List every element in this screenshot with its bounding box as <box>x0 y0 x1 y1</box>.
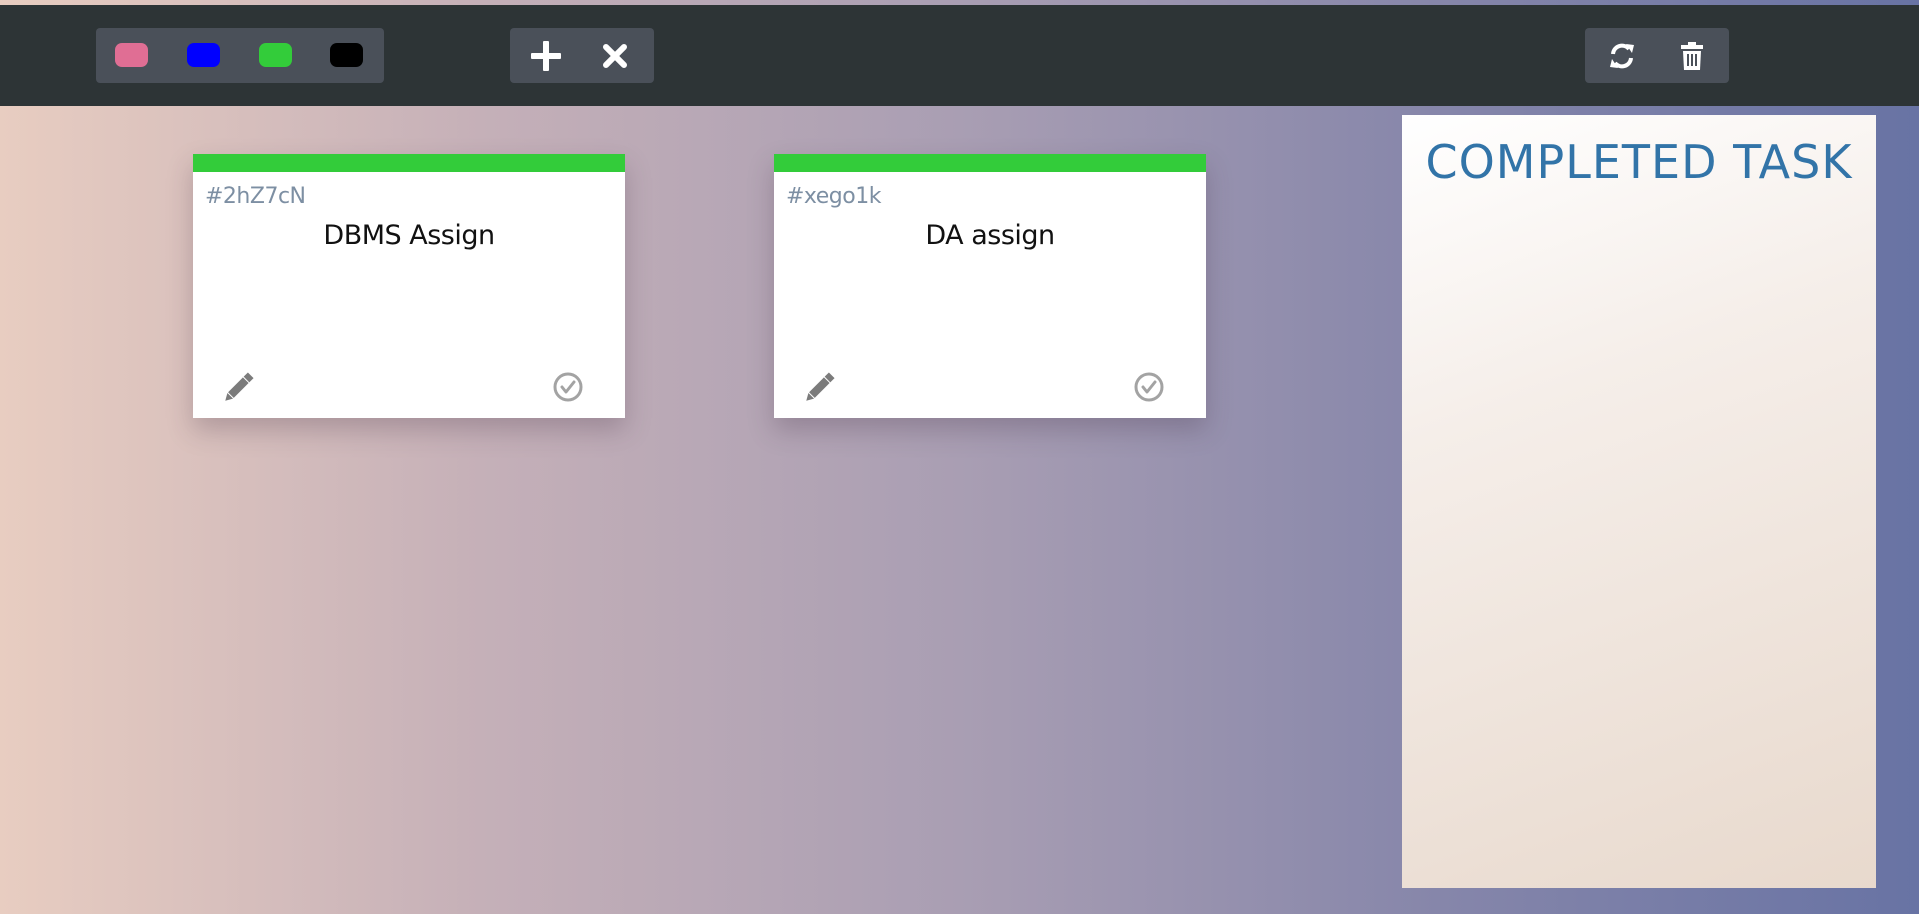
task-action-group <box>510 28 654 83</box>
plus-icon <box>531 40 561 71</box>
task-title[interactable]: DBMS Assign <box>193 220 625 251</box>
pencil-icon <box>806 372 835 401</box>
color-picker-group <box>96 28 384 83</box>
close-icon <box>603 43 627 68</box>
pencil-icon <box>225 372 254 401</box>
complete-task-button[interactable] <box>552 371 584 403</box>
completed-tasks-panel[interactable]: COMPLETED TASK <box>1402 115 1876 888</box>
refresh-icon <box>1610 43 1634 68</box>
clear-all-button[interactable] <box>1657 28 1727 83</box>
card-color-band <box>774 154 1206 172</box>
check-circle-icon <box>553 372 583 402</box>
refresh-button[interactable] <box>1587 28 1657 83</box>
task-id: #xego1k <box>786 184 881 209</box>
board-action-group <box>1585 28 1729 83</box>
color-swatch-green[interactable] <box>259 43 292 67</box>
trash-icon <box>1681 41 1703 70</box>
remove-task-button[interactable] <box>580 28 650 83</box>
color-swatch-blue[interactable] <box>187 43 220 67</box>
check-circle-icon <box>1134 372 1164 402</box>
add-task-button[interactable] <box>511 28 581 83</box>
completed-panel-title: COMPLETED TASK <box>1425 135 1853 189</box>
top-toolbar <box>0 5 1919 106</box>
task-id: #2hZ7cN <box>205 184 306 209</box>
edit-task-button[interactable] <box>801 370 837 406</box>
card-color-band <box>193 154 625 172</box>
color-swatch-pink[interactable] <box>115 43 148 67</box>
task-card[interactable]: #2hZ7cN DBMS Assign <box>193 154 625 418</box>
task-card[interactable]: #xego1k DA assign <box>774 154 1206 418</box>
color-swatch-black[interactable] <box>330 43 363 67</box>
complete-task-button[interactable] <box>1133 371 1165 403</box>
edit-task-button[interactable] <box>220 370 256 406</box>
task-title[interactable]: DA assign <box>774 220 1206 251</box>
